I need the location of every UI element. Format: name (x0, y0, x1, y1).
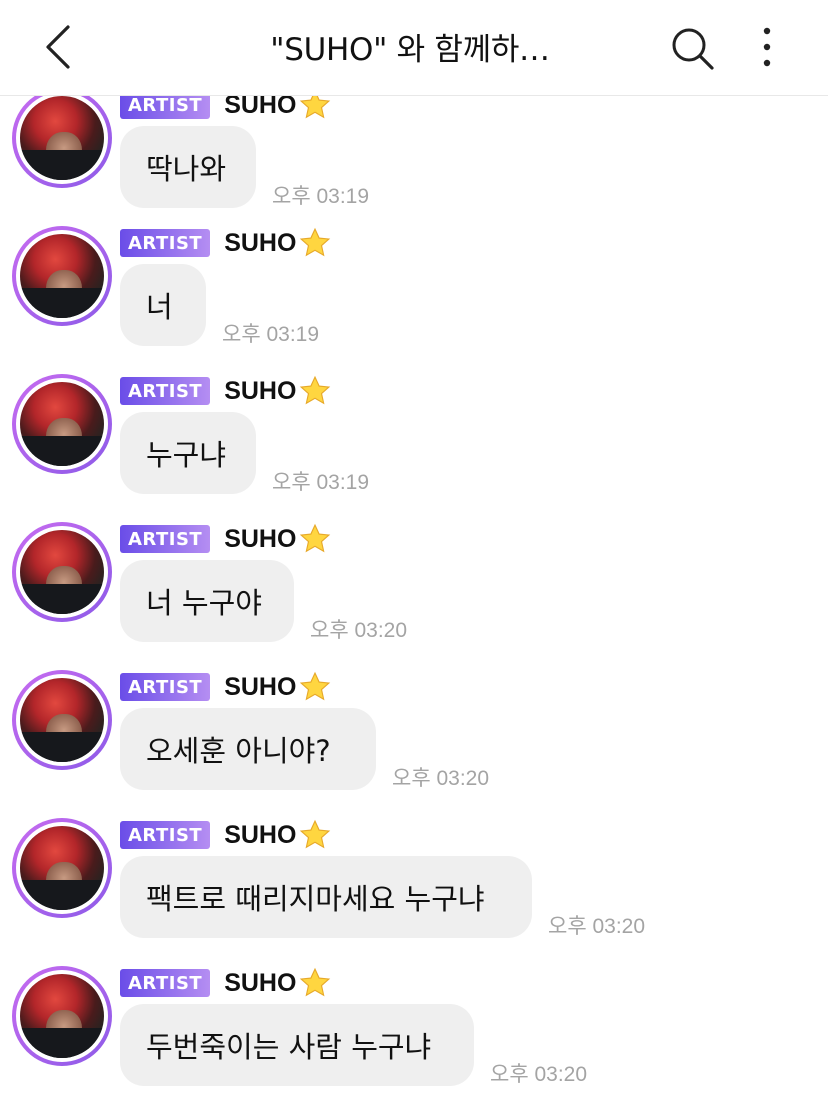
message-bubble[interactable]: 너 누구야 (120, 560, 294, 642)
artist-badge: ARTIST (120, 377, 211, 405)
chat-message: ARTIST SUHO 두번죽이는 사람 누구냐 오후 03:20 (0, 966, 828, 1099)
message-bubble[interactable]: 두번죽이는 사람 누구냐 (120, 1004, 474, 1086)
back-button[interactable] (38, 22, 82, 72)
artist-badge: ARTIST (120, 525, 211, 553)
message-bubble[interactable]: 딱나와 (120, 126, 256, 208)
sender-row: ARTIST SUHO (120, 819, 332, 850)
avatar[interactable] (12, 818, 112, 918)
sender-name[interactable]: SUHO (224, 377, 296, 406)
sender-name[interactable]: SUHO (224, 821, 296, 850)
chat-message: ARTIST SUHO 너 누구야 오후 03:20 (0, 522, 828, 670)
message-time: 오후 03:20 (310, 619, 408, 642)
sender-name[interactable]: SUHO (224, 673, 296, 702)
artist-badge: ARTIST (120, 229, 211, 257)
avatar[interactable] (12, 522, 112, 622)
star-icon (300, 819, 331, 849)
message-bubble[interactable]: 너 (120, 264, 206, 346)
page-title: "SUHO" 와 함께하… (270, 32, 550, 68)
sender-name[interactable]: SUHO (224, 229, 296, 258)
message-bubble[interactable]: 누구냐 (120, 412, 256, 494)
search-icon (672, 28, 714, 70)
more-icon (763, 27, 771, 67)
sender-name[interactable]: SUHO (224, 525, 296, 554)
avatar[interactable] (12, 374, 112, 474)
message-bubble[interactable]: 오세훈 아니야? (120, 708, 376, 790)
sender-name[interactable]: SUHO (224, 969, 296, 998)
search-button[interactable] (668, 24, 716, 72)
sender-row: ARTIST SUHO (120, 671, 332, 702)
message-time: 오후 03:19 (222, 323, 320, 346)
star-icon (300, 671, 331, 701)
message-bubble[interactable]: 팩트로 때리지마세요 누구냐 (120, 856, 532, 938)
artist-badge: ARTIST (120, 969, 211, 997)
star-icon (300, 227, 331, 257)
avatar[interactable] (12, 88, 112, 188)
chat-message-list[interactable]: ARTIST SUHO 딱나와 오후 03:19 ARTIST SUHO 너 오… (0, 0, 828, 1099)
message-time: 오후 03:20 (548, 915, 646, 938)
star-icon (300, 967, 331, 997)
sender-row: ARTIST SUHO (120, 967, 332, 998)
message-time: 오후 03:19 (272, 185, 370, 208)
chat-message: ARTIST SUHO 오세훈 아니야? 오후 03:20 (0, 670, 828, 818)
more-options-button[interactable] (752, 24, 782, 72)
message-time: 오후 03:19 (272, 471, 370, 494)
top-nav-bar: "SUHO" 와 함께하… (0, 0, 828, 96)
star-icon (300, 523, 331, 553)
chat-message: ARTIST SUHO 팩트로 때리지마세요 누구냐 오후 03:20 (0, 818, 828, 966)
artist-badge: ARTIST (120, 821, 211, 849)
back-icon (46, 25, 70, 69)
sender-row: ARTIST SUHO (120, 375, 332, 406)
message-time: 오후 03:20 (392, 767, 490, 790)
artist-badge: ARTIST (120, 673, 211, 701)
message-time: 오후 03:20 (490, 1063, 588, 1086)
avatar[interactable] (12, 670, 112, 770)
chat-message: ARTIST SUHO 딱나와 오후 03:19 (0, 88, 828, 236)
sender-row: ARTIST SUHO (120, 227, 332, 258)
star-icon (300, 375, 331, 405)
avatar[interactable] (12, 966, 112, 1066)
chat-message: ARTIST SUHO 누구냐 오후 03:19 (0, 374, 828, 522)
avatar[interactable] (12, 226, 112, 326)
chat-message: ARTIST SUHO 너 오후 03:19 (0, 226, 828, 374)
sender-row: ARTIST SUHO (120, 523, 332, 554)
